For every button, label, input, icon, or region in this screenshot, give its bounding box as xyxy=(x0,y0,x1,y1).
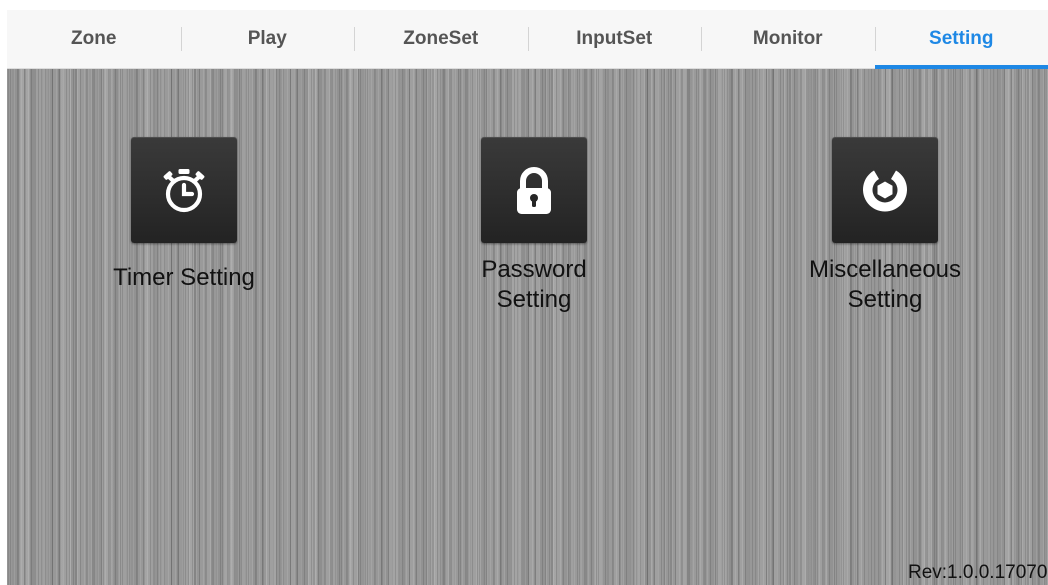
version-label: Rev:1.0.0.170703 xyxy=(907,562,1048,583)
tab-inputset[interactable]: InputSet xyxy=(527,10,702,68)
miscellaneous-setting-label-line1: Miscellaneous xyxy=(808,256,962,283)
miscellaneous-setting-item[interactable]: Miscellaneous Setting xyxy=(785,137,985,315)
tab-zone[interactable]: Zone xyxy=(7,10,181,68)
stopwatch-icon xyxy=(163,169,205,213)
miscellaneous-setting-label-line2: Setting xyxy=(847,286,923,313)
password-setting-button[interactable] xyxy=(481,137,587,243)
wrench-icon xyxy=(863,170,907,212)
tab-zoneset[interactable]: ZoneSet xyxy=(354,10,528,68)
tab-monitor[interactable]: Monitor xyxy=(701,10,875,68)
settings-panel: Timer Setting Password Setting Miscellan… xyxy=(7,69,1048,585)
app-window: Zone Play ZoneSet InputSet Monitor Setti… xyxy=(7,10,1048,585)
miscellaneous-setting-label: Miscellaneous Setting xyxy=(809,255,961,315)
timer-setting-label: Timer Setting xyxy=(113,264,255,291)
lock-icon xyxy=(517,167,551,214)
tab-bar: Zone Play ZoneSet InputSet Monitor Setti… xyxy=(7,10,1048,69)
tab-play[interactable]: Play xyxy=(180,10,355,68)
timer-setting-item[interactable]: Timer Setting xyxy=(104,137,264,293)
password-setting-label: Password Setting xyxy=(481,255,586,315)
password-setting-label-line1: Password xyxy=(481,256,587,283)
miscellaneous-setting-button[interactable] xyxy=(832,137,938,243)
password-setting-label-line2: Setting xyxy=(496,286,572,313)
tab-setting[interactable]: Setting xyxy=(874,10,1048,69)
timer-setting-button[interactable] xyxy=(131,137,237,243)
password-setting-item[interactable]: Password Setting xyxy=(454,137,614,315)
